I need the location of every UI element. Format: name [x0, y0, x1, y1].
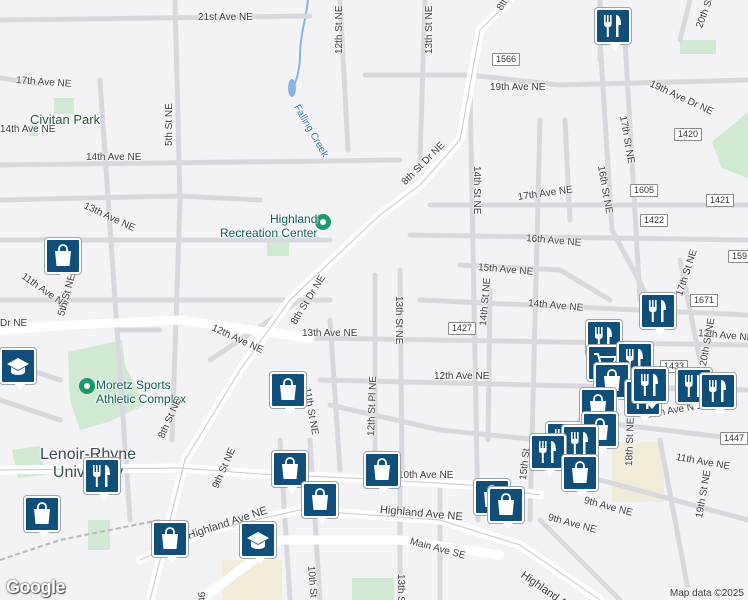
restaurant-icon [537, 440, 559, 464]
street-label: 14th Ave NE [86, 152, 142, 163]
restaurant-map-pin[interactable] [84, 458, 120, 500]
street-label: 18th St NE [624, 417, 637, 467]
shopping-bag-map-pin[interactable] [302, 482, 338, 524]
restaurant-map-pin[interactable] [700, 373, 736, 415]
restaurant-icon [91, 464, 113, 488]
street-label: 21st Ave NE [198, 12, 253, 23]
route-shield: 1422 [640, 214, 669, 227]
route-shield: 1427 [448, 322, 477, 335]
map-view[interactable]: 21st Ave NE 12th St NE 13th St NE 8th St… [0, 0, 748, 600]
street-label: 13th St SE [395, 574, 406, 600]
restaurant-icon [639, 373, 661, 397]
street-label: 12th Ave NE [434, 371, 490, 382]
shopping-bag-icon [309, 488, 331, 512]
route-shield: 1420 [674, 128, 703, 141]
shopping-bag-icon [277, 378, 299, 402]
route-shield: 159 [728, 250, 748, 263]
route-shield: 1447 [720, 432, 748, 445]
shopping-bag-map-pin[interactable] [270, 372, 306, 414]
school-map-pin[interactable] [240, 522, 276, 564]
google-logo: Google [6, 577, 66, 597]
street-label: 12th St NE [334, 5, 345, 54]
school-map-pin[interactable] [0, 348, 36, 390]
street-label: 9th [195, 591, 208, 600]
street-label: 13th St NE [424, 5, 435, 54]
shopping-bag-map-pin[interactable] [24, 496, 60, 538]
shopping-bag-icon [569, 461, 591, 485]
restaurant-icon [569, 431, 591, 455]
restaurant-icon [602, 14, 624, 38]
shopping-bag-icon [52, 244, 74, 268]
shopping-bag-icon [495, 493, 517, 517]
street-label: 5th St NE [164, 103, 175, 146]
shopping-bag-icon [279, 457, 301, 481]
route-shield: 1671 [690, 294, 719, 307]
restaurant-map-pin[interactable] [595, 8, 631, 50]
civitan-park-label: Civitan Park [30, 112, 101, 127]
school-icon [246, 530, 270, 550]
restaurant-map-pin[interactable] [632, 367, 668, 409]
shopping-bag-map-pin[interactable] [488, 487, 524, 529]
street-label: 10th Ave NE [398, 470, 454, 481]
street-label: 13th St NE [393, 296, 404, 345]
restaurant-icon [647, 299, 669, 323]
highland-rec-label: Highland Recreation Center [220, 212, 318, 240]
street-label: 13th Ave NE [302, 328, 358, 339]
street-label: 12th St Pl NE [366, 375, 380, 437]
restaurant-map-pin[interactable] [640, 293, 676, 335]
route-shield: 1566 [492, 53, 521, 66]
route-shield: 1605 [630, 184, 659, 197]
street-label: Dr NE [0, 318, 28, 329]
restaurant-map-pin[interactable] [530, 434, 566, 476]
street-label: 14th St NE [471, 166, 482, 215]
shopping-bag-map-pin[interactable] [45, 238, 81, 280]
map-attribution[interactable]: Map data ©2025 [665, 587, 748, 600]
shopping-bag-map-pin[interactable] [152, 521, 188, 563]
restaurant-icon [707, 379, 729, 403]
street-label: 19th Ave NE [490, 82, 546, 93]
shopping-bag-icon [371, 458, 393, 482]
shopping-bag-icon [31, 502, 53, 526]
route-shield: 1421 [706, 194, 735, 207]
shopping-bag-map-pin[interactable] [364, 452, 400, 494]
map-base-layer [0, 0, 748, 600]
shopping-bag-map-pin[interactable] [562, 455, 598, 497]
school-icon [6, 356, 30, 376]
shopping-bag-icon [159, 527, 181, 551]
